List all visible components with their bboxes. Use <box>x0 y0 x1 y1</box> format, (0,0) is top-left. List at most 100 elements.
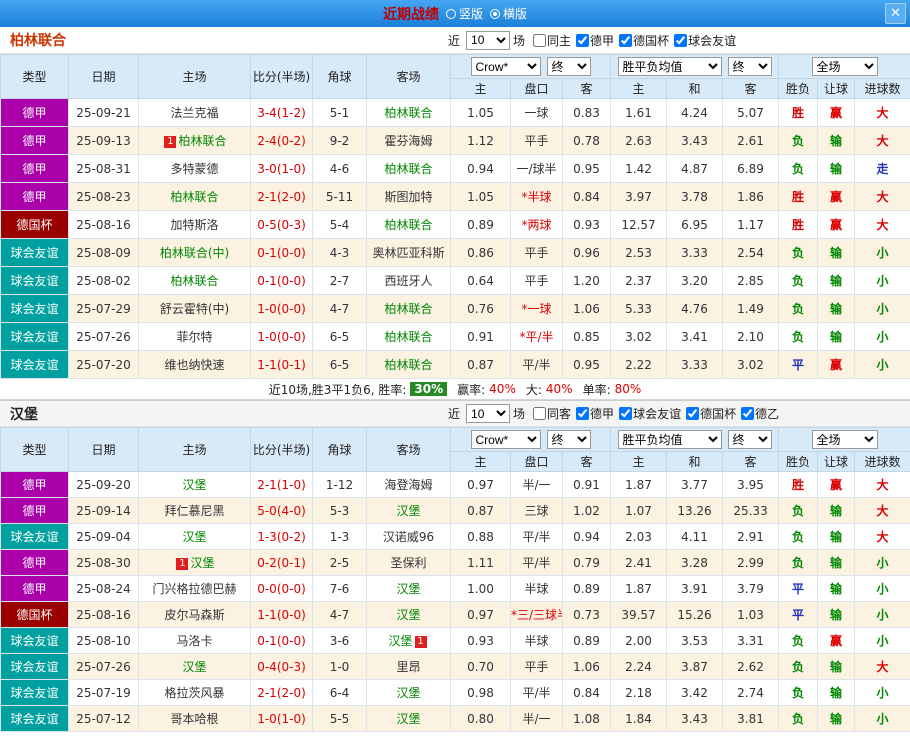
home-team-cell: 法兰克福 <box>138 98 251 127</box>
date-cell: 25-07-26 <box>68 322 139 351</box>
same-venue-filter-input[interactable] <box>533 33 547 47</box>
goals-cell: 小 <box>854 601 910 628</box>
league-filter-input[interactable] <box>619 407 633 420</box>
score-cell: 2-1(2-0) <box>250 679 313 706</box>
away-team-cell: 里昂 <box>366 653 451 680</box>
avg-stage-select[interactable]: 终 <box>727 57 772 76</box>
league-filter[interactable]: 球会友谊 <box>674 32 736 49</box>
handicap-cell: 一/球半 <box>510 154 563 183</box>
bookmaker-select[interactable]: Crow* <box>470 430 541 449</box>
league-filter-input[interactable] <box>686 407 700 420</box>
matches-count-select[interactable]: 10 <box>466 30 511 50</box>
match-row: 德甲 25-08-24 门兴格拉德巴赫 0-0(0-0) 7-6 汉堡 1.00 半球 0.89… <box>0 575 910 602</box>
league-filter[interactable]: 球会友谊 <box>619 405 681 422</box>
league-filter[interactable]: 德甲 <box>576 32 614 49</box>
away-team-name: 汉堡 <box>396 504 421 518</box>
odds-away-cell: 0.96 <box>561 238 612 267</box>
layout-radio-horizontal[interactable]: 横版 <box>490 5 527 22</box>
league-filter[interactable]: 德国杯 <box>619 32 669 49</box>
same-venue-filter-input[interactable] <box>533 407 547 420</box>
corner-cell: 5-5 <box>312 705 367 732</box>
league-filter[interactable]: 德乙 <box>741 405 779 422</box>
avg-draw-cell: 3.78 <box>666 182 724 211</box>
type-cell: 球会友谊 <box>0 266 69 295</box>
layout-radio-vertical[interactable]: 竖版 <box>445 5 483 22</box>
away-team-name: 柏林联合 <box>384 302 433 316</box>
odds-away-cell: 0.95 <box>561 154 612 183</box>
red-card-badge: 1 <box>176 558 189 570</box>
avg-select[interactable]: 胜平负均值 <box>617 430 722 449</box>
league-filter-input[interactable] <box>674 33 688 47</box>
type-cell: 德甲 <box>0 497 69 524</box>
summary-text: 近10场,胜3平1负6, 胜率: <box>268 382 407 397</box>
odds-away-cell: 1.06 <box>561 294 612 323</box>
score-cell: 1-3(0-2) <box>250 523 313 550</box>
away-team-cell: 海登海姆 <box>366 471 451 498</box>
league-filter-input[interactable] <box>619 33 633 47</box>
team-name: 汉堡 <box>10 406 38 423</box>
same-venue-filter[interactable]: 同主 <box>533 32 571 49</box>
recent-results-panel: 近期战绩 竖版 横版 ✕ 柏林联合近 10 场同主 德甲 德国杯 球会友谊 类型 日期 主场 比分… <box>0 0 910 752</box>
handicap-cell: 平手 <box>510 126 563 155</box>
goals-cell: 大 <box>854 497 910 524</box>
avg-select[interactable]: 胜平负均值 <box>617 57 722 76</box>
league-filter[interactable]: 德国杯 <box>686 405 736 422</box>
home-team-cell: 柏林联合 <box>138 266 251 295</box>
match-row: 球会友谊 25-07-19 格拉茨风暴 2-1(2-0) 6-4 汉堡 0.98 平/半 0.8… <box>0 679 910 706</box>
col-corner: 角球 <box>312 54 367 99</box>
league-filter-input[interactable] <box>576 33 590 47</box>
close-button[interactable]: ✕ <box>885 3 906 24</box>
away-team-cell: 斯图加特 <box>366 182 451 211</box>
league-filter[interactable]: 德甲 <box>576 405 614 422</box>
type-cell: 德甲 <box>0 154 69 183</box>
type-cell: 德甲 <box>0 575 69 602</box>
avg-home-cell: 3.97 <box>610 182 668 211</box>
bookmaker-select[interactable]: Crow* <box>470 57 541 76</box>
avg-away-cell: 3.31 <box>722 627 780 654</box>
league-filter-input[interactable] <box>741 407 755 420</box>
avg-home-cell: 1.84 <box>610 705 668 732</box>
odds-away-cell: 0.84 <box>561 182 612 211</box>
result-cell: 负 <box>778 705 819 732</box>
home-team-name: 门兴格拉德巴赫 <box>152 582 237 596</box>
type-cell: 德甲 <box>0 182 69 211</box>
odds-away-cell: 1.06 <box>561 653 612 680</box>
scope-select[interactable]: 全场 <box>811 57 878 76</box>
home-team-name: 柏林联合 <box>178 134 227 148</box>
avg-away-cell: 3.02 <box>722 350 780 379</box>
league-filter-input[interactable] <box>576 407 590 420</box>
corner-cell: 6-5 <box>312 322 367 351</box>
scope-select[interactable]: 全场 <box>811 430 878 449</box>
type-cell: 球会友谊 <box>0 679 69 706</box>
odds-away-cell: 0.85 <box>561 322 612 351</box>
score-cell: 3-4(1-2) <box>250 98 313 127</box>
avg-away-cell: 2.91 <box>722 523 780 550</box>
type-cell: 球会友谊 <box>0 653 69 680</box>
date-cell: 25-07-19 <box>68 679 139 706</box>
same-venue-filter[interactable]: 同客 <box>533 405 571 422</box>
matches-count-select[interactable]: 10 <box>466 404 511 423</box>
odds-away-cell: 0.78 <box>561 126 612 155</box>
goals-cell: 小 <box>854 575 910 602</box>
col-handicap: 盘口 <box>510 451 563 472</box>
avg-away-cell: 6.89 <box>722 154 780 183</box>
col-handicap: 盘口 <box>510 78 563 99</box>
type-cell: 球会友谊 <box>0 238 69 267</box>
score-cell: 1-0(0-0) <box>250 322 313 351</box>
results-table: 类型 日期 主场 比分(半场) 角球 客场 Crow* 终胜平负均值终全场主盘口客主和客胜负让… <box>0 54 910 379</box>
avg-home-cell: 1.42 <box>610 154 668 183</box>
avg-home-cell: 2.37 <box>610 266 668 295</box>
col-away: 客场 <box>366 54 451 99</box>
avg-draw-cell: 4.11 <box>666 523 724 550</box>
avg-away-cell: 2.99 <box>722 549 780 576</box>
avg-stage-select[interactable]: 终 <box>727 430 772 449</box>
let-cell: 输 <box>817 523 856 550</box>
stat-label: 赢率: <box>457 382 486 397</box>
goals-cell: 大 <box>854 210 910 239</box>
result-cell: 负 <box>778 126 819 155</box>
away-team-cell: 汉堡 <box>366 497 451 524</box>
odds-stage-select[interactable]: 终 <box>546 430 591 449</box>
type-cell: 球会友谊 <box>0 322 69 351</box>
odds-stage-select[interactable]: 终 <box>546 57 591 76</box>
home-team-name: 舒云霍特(中) <box>159 302 230 316</box>
